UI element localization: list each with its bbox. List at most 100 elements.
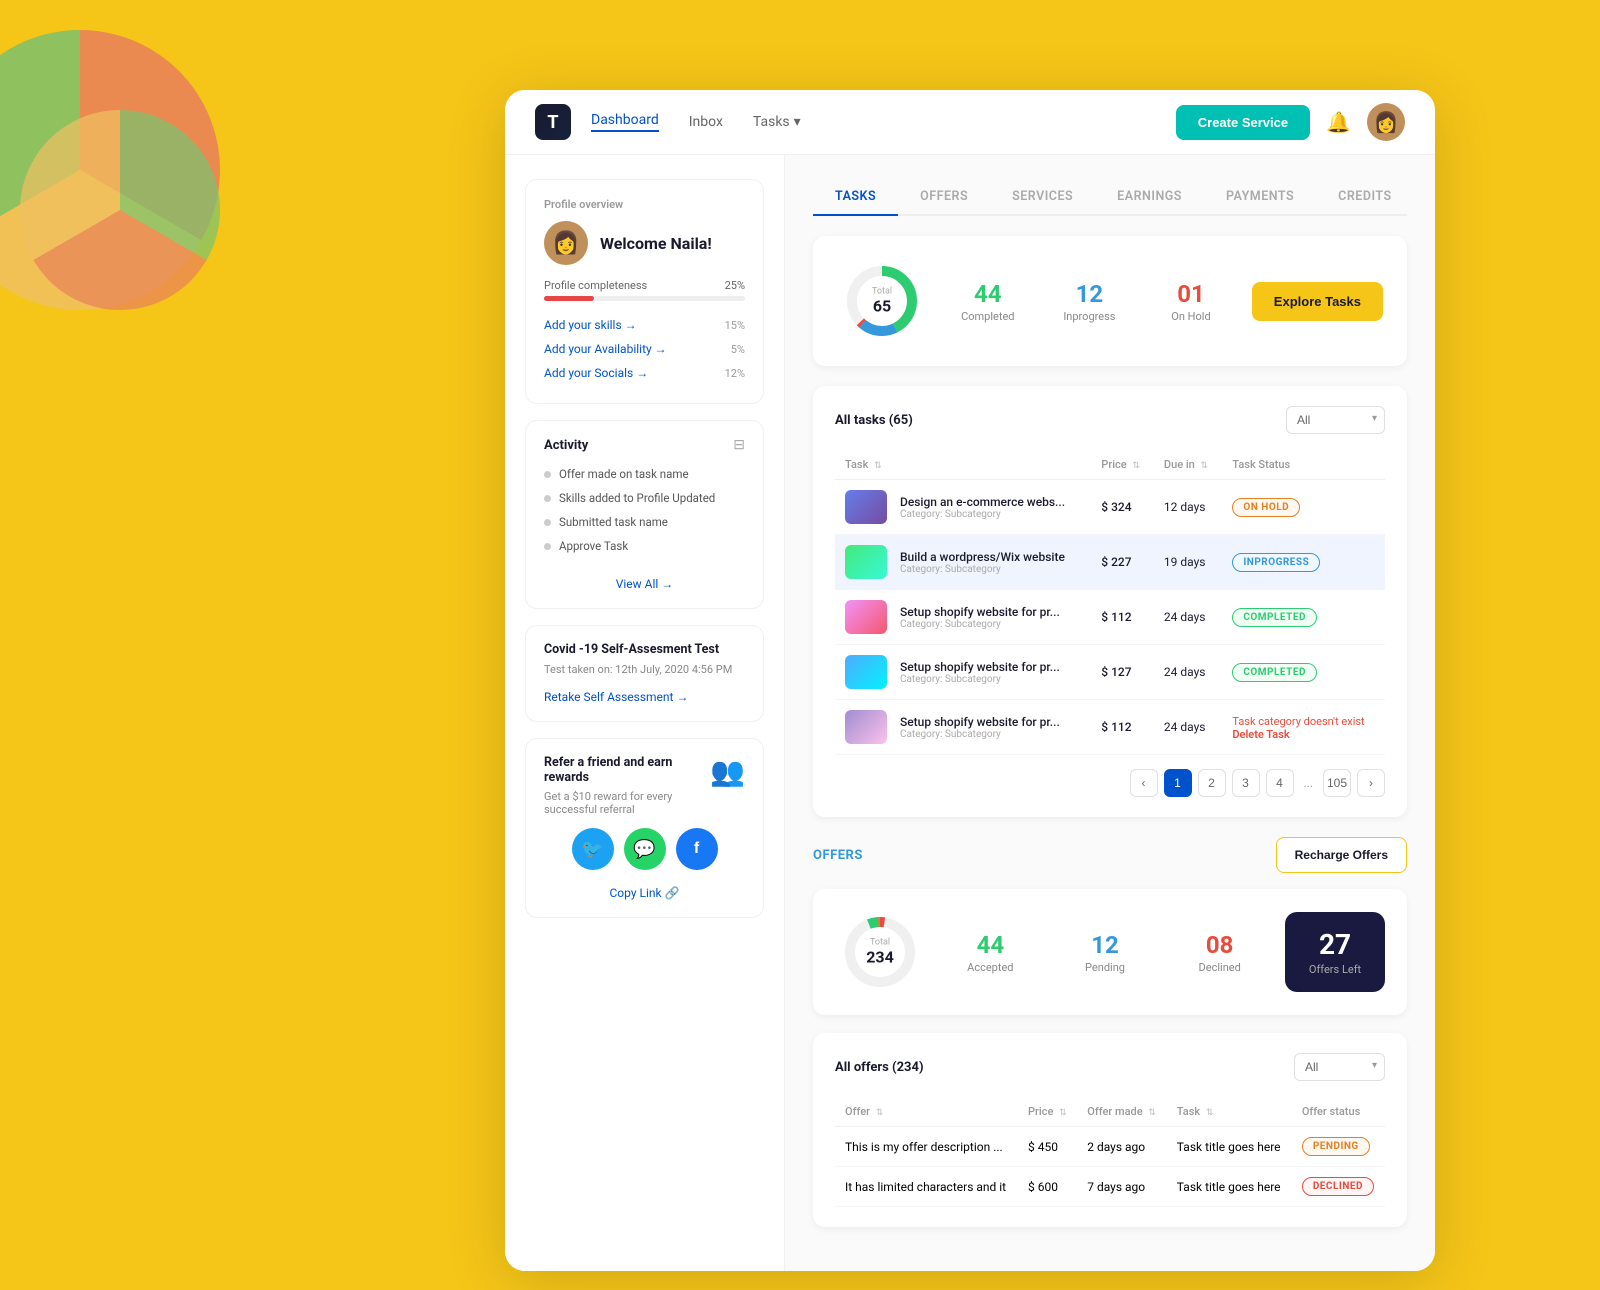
stat-inprogress: 12 Inprogress <box>1049 280 1131 323</box>
tasks-donut: Total 65 <box>837 256 927 346</box>
tasks-filter-select[interactable]: All On Hold Inprogress Completed <box>1286 406 1385 434</box>
twitter-button[interactable]: 🐦 <box>572 828 614 870</box>
pagination-prev[interactable]: ‹ <box>1130 769 1158 797</box>
offers-filter-select[interactable]: All Pending Accepted Declined <box>1294 1053 1385 1081</box>
view-all-row: View All → <box>544 563 745 592</box>
nav-inbox[interactable]: Inbox <box>689 114 723 130</box>
status-badge-completed: COMPLETED <box>1232 663 1317 682</box>
profile-completeness-pct: 25% <box>725 279 745 292</box>
declined-num: 08 <box>1170 931 1269 959</box>
pagination-page-1[interactable]: 1 <box>1164 769 1192 797</box>
task-due-0: 12 days <box>1154 480 1222 535</box>
tab-payments[interactable]: PAYMENTS <box>1204 179 1316 216</box>
task-info: Setup shopify website for pr... Category… <box>900 605 1060 630</box>
facebook-button[interactable]: f <box>676 828 718 870</box>
whatsapp-button[interactable]: 💬 <box>624 828 666 870</box>
donut-total-num: 65 <box>872 297 892 316</box>
col-offer: Offer ⇅ <box>835 1097 1018 1127</box>
col-price: Price ⇅ <box>1091 450 1154 480</box>
bell-icon[interactable]: 🔔 <box>1326 110 1351 134</box>
tasks-table-head: Task ⇅ Price ⇅ Due in ⇅ Task Status <box>835 450 1385 480</box>
welcome-text: Welcome Naila! <box>600 234 712 253</box>
task-price-2: $ 112 <box>1091 590 1154 645</box>
tab-earnings[interactable]: EARNINGS <box>1095 179 1204 216</box>
tab-offers[interactable]: OFFERS <box>898 179 990 216</box>
nav-tasks[interactable]: Tasks ▾ <box>753 114 801 130</box>
pagination-page-3[interactable]: 3 <box>1232 769 1260 797</box>
profile-completeness-row: Profile completeness 25% <box>544 279 745 292</box>
pagination-page-2[interactable]: 2 <box>1198 769 1226 797</box>
all-offers-title: All offers (234) <box>835 1060 924 1075</box>
covid-card: Covid -19 Self-Assesment Test Test taken… <box>525 625 764 722</box>
completed-num: 44 <box>947 280 1029 308</box>
activity-item-1: Skills added to Profile Updated <box>544 491 745 505</box>
offers-section: OFFERS Recharge Offers <box>813 837 1407 1227</box>
col-task: Task ⇅ <box>835 450 1091 480</box>
recharge-offers-button[interactable]: Recharge Offers <box>1276 837 1407 873</box>
status-badge-completed: COMPLETED <box>1232 608 1317 627</box>
task-price-4: $ 112 <box>1091 700 1154 755</box>
nav-dashboard[interactable]: Dashboard <box>591 112 659 132</box>
table-row: Design an e-commerce webs... Category: S… <box>835 480 1385 535</box>
add-availability-link[interactable]: Add your Availability → <box>544 342 667 356</box>
offers-section-header: OFFERS Recharge Offers <box>813 837 1407 873</box>
task-thumbnail <box>845 600 887 634</box>
profile-card: Profile overview 👩 Welcome Naila! Profil… <box>525 179 764 404</box>
copy-link-button[interactable]: Copy Link 🔗 <box>610 886 680 900</box>
tasks-pagination: ‹ 1 2 3 4 ... 105 › <box>835 769 1385 797</box>
task-thumbnail <box>845 545 887 579</box>
tab-services[interactable]: SERVICES <box>990 179 1095 216</box>
pagination-next[interactable]: › <box>1357 769 1385 797</box>
logo-icon: T <box>547 112 558 133</box>
create-service-button[interactable]: Create Service <box>1176 105 1310 140</box>
avatar[interactable]: 👩 <box>1367 103 1405 141</box>
tab-tasks[interactable]: TASKS <box>813 179 898 216</box>
offers-table-head: Offer ⇅ Price ⇅ Offer made ⇅ Task ⇅ Offe… <box>835 1097 1385 1127</box>
refer-title: Refer a friend and earn rewards <box>544 755 710 785</box>
donut-total-text: Total <box>872 287 892 297</box>
retake-link[interactable]: Retake Self Assessment → <box>544 690 688 704</box>
profile-header: 👩 Welcome Naila! <box>544 221 745 265</box>
task-status-0: ON HOLD <box>1222 480 1385 535</box>
pagination-page-4[interactable]: 4 <box>1266 769 1294 797</box>
activity-text-3: Approve Task <box>559 539 628 553</box>
main-window: T Dashboard Inbox Tasks ▾ Create Service… <box>505 90 1435 1271</box>
task-error-text: Task category doesn't exist <box>1232 715 1364 728</box>
activity-dot <box>544 471 551 478</box>
filter-icon[interactable]: ⊟ <box>733 437 745 453</box>
delete-task-link[interactable]: Delete Task <box>1232 728 1375 741</box>
task-status-1: INPROGRESS <box>1222 535 1385 590</box>
offers-left-num: 27 <box>1307 928 1363 961</box>
task-name: Build a wordpress/Wix website <box>900 550 1065 564</box>
offers-header-row: Offer ⇅ Price ⇅ Offer made ⇅ Task ⇅ Offe… <box>835 1097 1385 1127</box>
nav-actions: Create Service 🔔 👩 <box>1176 103 1405 141</box>
status-badge-inprogress: INPROGRESS <box>1232 553 1320 572</box>
onhold-num: 01 <box>1150 280 1232 308</box>
offer-badge-declined: DECLINED <box>1302 1177 1374 1196</box>
task-thumbnail <box>845 490 887 524</box>
inprogress-label: Inprogress <box>1049 310 1131 323</box>
task-status-3: COMPLETED <box>1222 645 1385 700</box>
tasks-stats-row: Total 65 44 Completed 12 Inprogress 01 O… <box>813 236 1407 366</box>
pagination-page-105[interactable]: 105 <box>1323 769 1351 797</box>
refer-subtitle: Get a $10 reward for every successful re… <box>544 790 710 816</box>
tab-credits[interactable]: CREDITS <box>1316 179 1413 216</box>
inprogress-num: 12 <box>1049 280 1131 308</box>
activity-dot <box>544 495 551 502</box>
task-price-0: $ 324 <box>1091 480 1154 535</box>
task-due-1: 19 days <box>1154 535 1222 590</box>
main-tabs: TASKS OFFERS SERVICES EARNINGS PAYMENTS … <box>813 179 1407 216</box>
profile-overview-label: Profile overview <box>544 198 745 211</box>
col-offer-task: Task ⇅ <box>1167 1097 1292 1127</box>
task-cell: Build a wordpress/Wix website Category: … <box>835 535 1091 590</box>
navbar: T Dashboard Inbox Tasks ▾ Create Service… <box>505 90 1435 155</box>
table-row: Setup shopify website for pr... Category… <box>835 645 1385 700</box>
refer-text: Refer a friend and earn rewards Get a $1… <box>544 755 710 828</box>
copy-link-row: Copy Link 🔗 <box>544 882 745 901</box>
add-socials-link[interactable]: Add your Socials → <box>544 366 648 380</box>
col-offer-made: Offer made ⇅ <box>1077 1097 1167 1127</box>
explore-tasks-button[interactable]: Explore Tasks <box>1252 282 1383 321</box>
view-all-link[interactable]: View All → <box>616 577 674 591</box>
add-skills-link[interactable]: Add your skills → <box>544 318 637 332</box>
covid-subtitle: Test taken on: 12th July, 2020 4:56 PM <box>544 663 745 676</box>
